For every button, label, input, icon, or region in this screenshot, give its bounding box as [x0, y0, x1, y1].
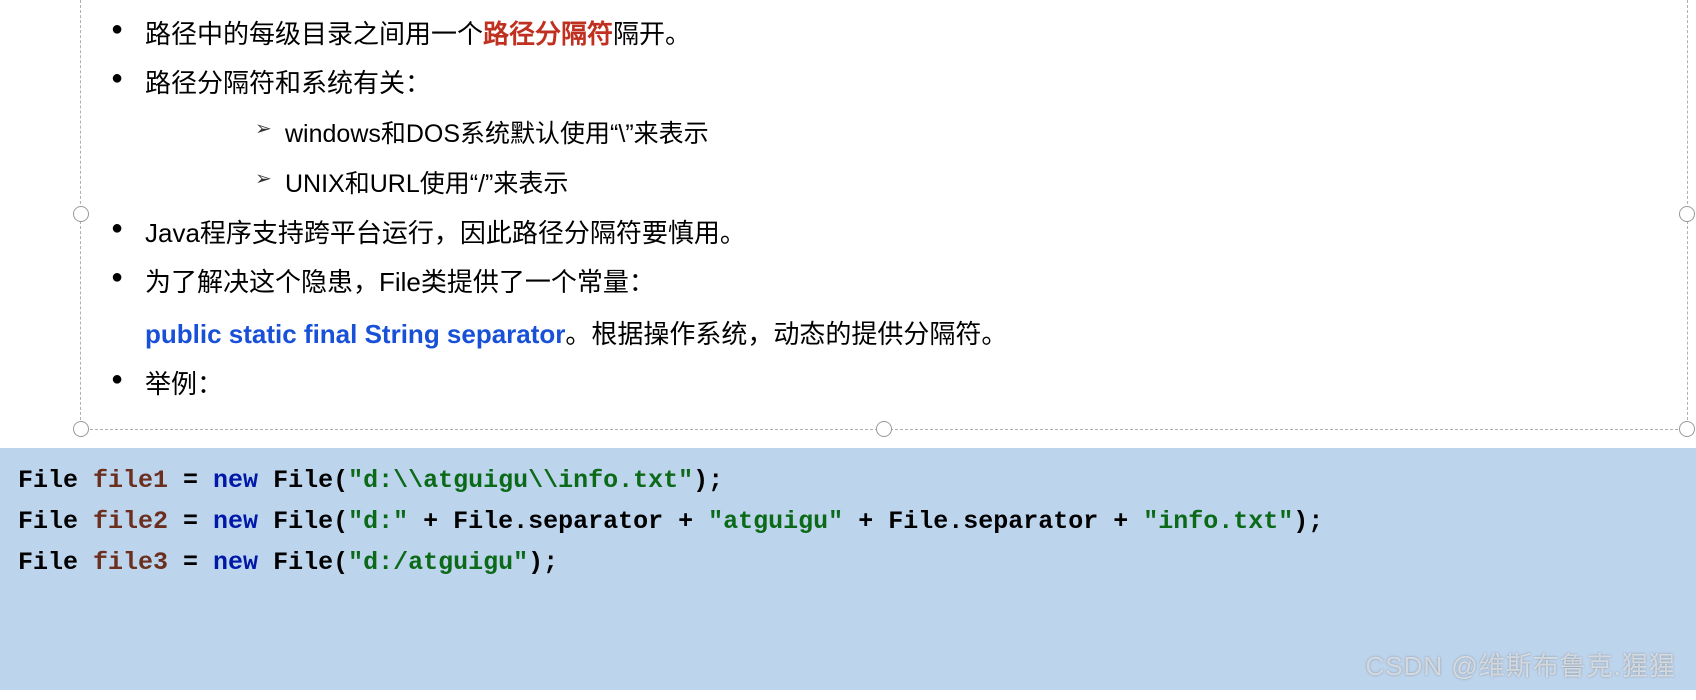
bullet-item: Java程序支持跨平台运行，因此路径分隔符要慎用。: [111, 209, 1647, 258]
code-text: );: [693, 466, 723, 495]
code-variable: file1: [93, 466, 168, 495]
code-string: "d:\\atguigu\\info.txt": [348, 466, 693, 495]
code-keyword: new: [213, 507, 258, 536]
resize-handle[interactable]: [73, 421, 89, 437]
bullet-item: 路径中的每级目录之间用一个路径分隔符隔开。: [111, 10, 1647, 59]
code-type: File: [18, 548, 93, 577]
resize-handle[interactable]: [73, 206, 89, 222]
code-text: =: [168, 507, 213, 536]
slide-content: 路径中的每级目录之间用一个路径分隔符隔开。 路径分隔符和系统有关： window…: [0, 0, 1696, 700]
sub-bullet-text: windows和DOS系统默认使用“\”来表示: [285, 120, 709, 148]
sub-bullet-text: UNIX和URL使用“/”来表示: [285, 170, 568, 198]
resize-handle[interactable]: [1679, 206, 1695, 222]
code-text: =: [168, 466, 213, 495]
code-type: File: [18, 466, 93, 495]
code-variable: file3: [93, 548, 168, 577]
code-string: "atguigu": [708, 507, 843, 536]
code-example: File file1 = new File("d:\\atguigu\\info…: [0, 448, 1696, 690]
code-text: );: [1293, 507, 1323, 536]
code-text: File(: [258, 507, 348, 536]
sub-bullet-item: windows和DOS系统默认使用“\”来表示: [255, 109, 1647, 159]
code-text: + File.separator +: [843, 507, 1143, 536]
bullet-text: Java程序支持跨平台运行，因此路径分隔符要慎用。: [145, 218, 746, 248]
resize-handle[interactable]: [876, 421, 892, 437]
bullet-text: 路径分隔符和系统有关：: [145, 68, 431, 98]
code-string: "d:/atguigu": [348, 548, 528, 577]
bullet-list: 路径中的每级目录之间用一个路径分隔符隔开。 路径分隔符和系统有关： window…: [91, 10, 1647, 308]
code-text: File(: [258, 548, 348, 577]
bullet-list: 举例：: [91, 360, 1647, 409]
code-string: "info.txt": [1143, 507, 1293, 536]
text-frame[interactable]: 路径中的每级目录之间用一个路径分隔符隔开。 路径分隔符和系统有关： window…: [80, 0, 1688, 430]
code-keyword: new: [213, 466, 258, 495]
bullet-item: 路径分隔符和系统有关： windows和DOS系统默认使用“\”来表示 UNIX…: [111, 59, 1647, 208]
bullet-item: 为了解决这个隐患，File类提供了一个常量：: [111, 258, 1647, 307]
bullet-text: 路径中的每级目录之间用一个: [145, 19, 483, 49]
sub-bullet-list: windows和DOS系统默认使用“\”来表示 UNIX和URL使用“/”来表示: [145, 109, 1647, 209]
code-string: "d:": [348, 507, 408, 536]
bullet-text: 举例：: [145, 369, 223, 399]
constant-line: public static final String separator。根据操…: [91, 308, 1647, 360]
bullet-text: 隔开。: [613, 19, 691, 49]
code-text: File(: [258, 466, 348, 495]
code-text: =: [168, 548, 213, 577]
code-keyword: new: [213, 548, 258, 577]
bullet-item: 举例：: [111, 360, 1647, 409]
code-text: + File.separator +: [408, 507, 708, 536]
watermark: CSDN @维斯布鲁克.猩猩: [1365, 645, 1676, 688]
sub-bullet-item: UNIX和URL使用“/”来表示: [255, 159, 1647, 209]
code-text: );: [528, 548, 558, 577]
bullet-text: 为了解决这个隐患，File类提供了一个常量：: [145, 267, 655, 297]
resize-handle[interactable]: [1679, 421, 1695, 437]
constant-desc: 。根据操作系统，动态的提供分隔符。: [565, 319, 1007, 349]
java-constant: public static final String separator: [145, 319, 565, 349]
code-type: File: [18, 507, 93, 536]
code-variable: file2: [93, 507, 168, 536]
highlight-term: 路径分隔符: [483, 19, 613, 49]
